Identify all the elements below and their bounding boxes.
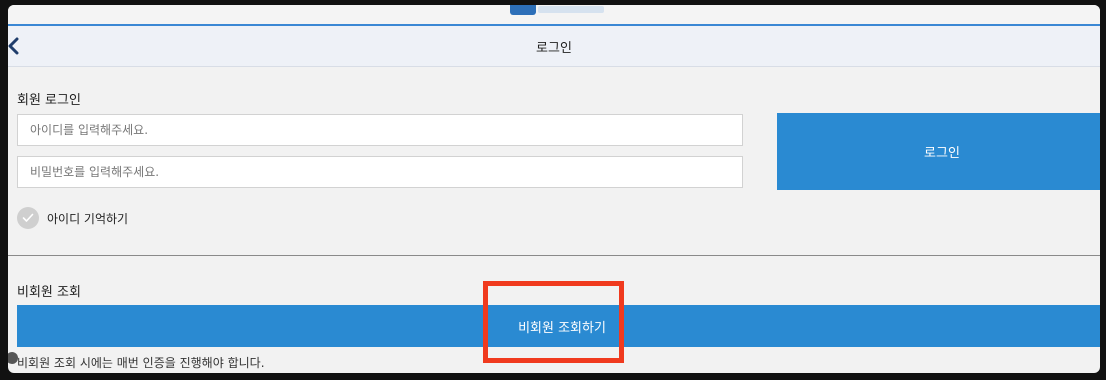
top-strip: [8, 5, 1100, 24]
member-login-title: 회원 로그인: [17, 93, 81, 108]
screenshot-frame: 로그인 회원 로그인 로그인 아이디 기억하기 비회원 조회 비회원 조회하기 …: [0, 0, 1106, 380]
password-input[interactable]: [17, 156, 743, 188]
header-bar: 로그인: [8, 24, 1100, 67]
page-title: 로그인: [536, 41, 572, 56]
logo-icon: [510, 5, 536, 15]
guest-lookup-title: 비회원 조회: [17, 285, 81, 300]
guest-lookup-note: 비회원 조회 시에는 매번 인증을 진행해야 합니다.: [17, 356, 265, 370]
remember-id-label: 아이디 기억하기: [47, 211, 129, 226]
page: 로그인 회원 로그인 로그인 아이디 기억하기 비회원 조회 비회원 조회하기 …: [8, 5, 1100, 373]
login-button[interactable]: 로그인: [777, 113, 1100, 190]
check-icon: [17, 207, 39, 229]
remember-id-checkbox[interactable]: 아이디 기억하기: [17, 207, 128, 229]
divider: [8, 255, 1100, 256]
id-input[interactable]: [17, 114, 743, 146]
logo-text: [538, 6, 604, 13]
guest-lookup-button[interactable]: 비회원 조회하기: [17, 305, 1100, 347]
